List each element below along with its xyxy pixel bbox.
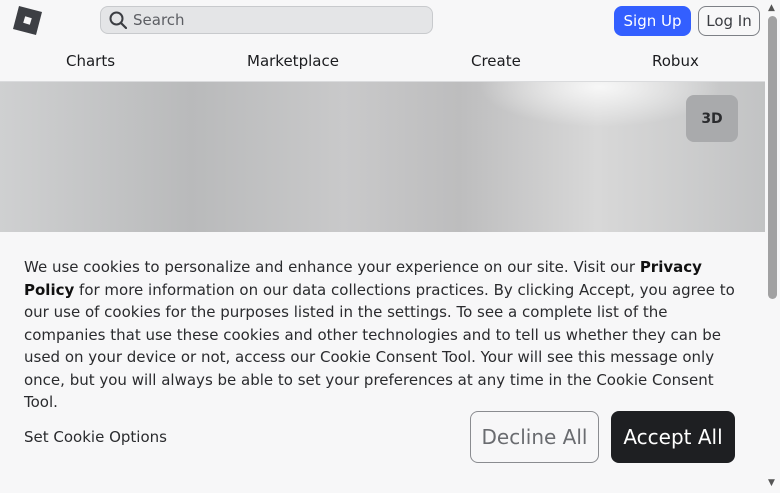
cookie-message: We use cookies to personalize and enhanc…: [24, 256, 742, 414]
nav-item-marketplace[interactable]: Marketplace: [247, 52, 339, 70]
search-input[interactable]: [133, 7, 423, 33]
cookie-banner: We use cookies to personalize and enhanc…: [0, 232, 765, 493]
scrollbar[interactable]: ▲ ▼: [765, 0, 780, 493]
search-icon: [109, 11, 127, 29]
nav-item-robux[interactable]: Robux: [652, 52, 699, 70]
scrollbar-thumb[interactable]: [768, 16, 777, 299]
cookie-text-body: for more information on our data collect…: [24, 280, 735, 412]
toggle-3d-button[interactable]: 3D: [686, 95, 738, 142]
nav-item-charts[interactable]: Charts: [66, 52, 115, 70]
hero-avatar-preview: [0, 82, 765, 232]
cookie-text-intro: We use cookies to personalize and enhanc…: [24, 258, 640, 276]
main-nav: Charts Marketplace Create Robux: [0, 42, 765, 82]
nav-item-create[interactable]: Create: [471, 52, 521, 70]
search-box[interactable]: [100, 6, 433, 34]
accept-all-button[interactable]: Accept All: [611, 411, 735, 463]
log-in-button[interactable]: Log In: [698, 6, 760, 36]
set-cookie-options-link[interactable]: Set Cookie Options: [24, 428, 167, 446]
scroll-down-arrow-icon[interactable]: ▼: [768, 478, 775, 488]
sign-up-button[interactable]: Sign Up: [614, 6, 691, 36]
top-bar: Sign Up Log In: [0, 0, 765, 42]
decline-all-button[interactable]: Decline All: [470, 411, 599, 463]
roblox-logo-icon[interactable]: [13, 6, 42, 35]
scroll-up-arrow-icon[interactable]: ▲: [768, 3, 775, 13]
